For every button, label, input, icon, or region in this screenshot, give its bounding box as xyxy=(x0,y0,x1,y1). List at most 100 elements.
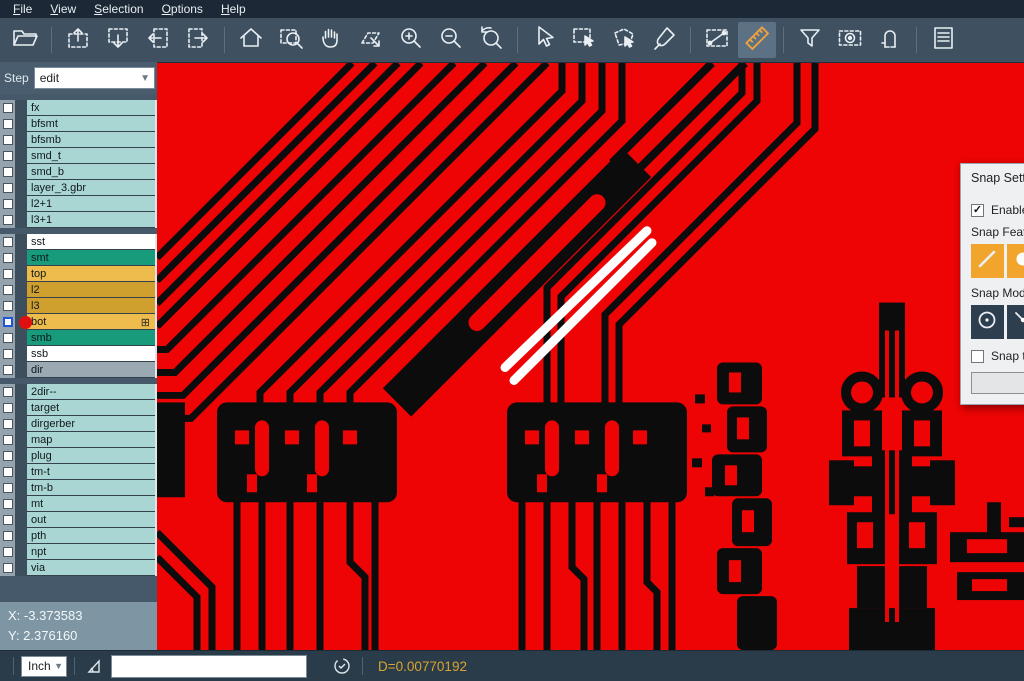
snap-dialog-close-button[interactable]: Close xyxy=(971,372,1024,394)
layer-checkbox-top[interactable] xyxy=(3,269,13,279)
layer-row-sst[interactable]: sst xyxy=(0,234,155,250)
layer-row-map[interactable]: map xyxy=(0,432,155,448)
layer-checkbox-l3+1[interactable] xyxy=(3,215,13,225)
step-select[interactable]: edit ▼ xyxy=(34,67,155,89)
unit-select[interactable]: Inch ▼ xyxy=(21,656,67,677)
layer-checkbox-dirgerber[interactable] xyxy=(3,419,13,429)
layer-label[interactable]: pth xyxy=(27,528,155,544)
layer-row-smd_t[interactable]: smd_t xyxy=(0,148,155,164)
shift-left-button[interactable] xyxy=(139,22,177,58)
zoom-in-button[interactable] xyxy=(392,22,430,58)
layer-label[interactable]: smt xyxy=(27,250,155,266)
enable-snapping-row[interactable]: ✓ Enable Snapping xyxy=(971,203,1024,217)
layer-checkbox-bfsmb[interactable] xyxy=(3,135,13,145)
layer-checkbox-sst[interactable] xyxy=(3,237,13,247)
layer-label[interactable]: npt xyxy=(27,544,155,560)
layer-label[interactable]: l3 xyxy=(27,298,155,314)
layer-checkbox-ssb[interactable] xyxy=(3,349,13,359)
shift-right-button[interactable] xyxy=(179,22,217,58)
layer-label[interactable]: bfsmb xyxy=(27,132,155,148)
layer-checkbox-smd_b[interactable] xyxy=(3,167,13,177)
layer-checkbox-via[interactable] xyxy=(3,563,13,573)
layer-row-fx[interactable]: fx xyxy=(0,100,155,116)
layer-checkbox-map[interactable] xyxy=(3,435,13,445)
layer-checkbox-layer_3.gbr[interactable] xyxy=(3,183,13,193)
layer-row-target[interactable]: target xyxy=(0,400,155,416)
layer-row-bfsmb[interactable]: bfsmb xyxy=(0,132,155,148)
layer-row-tm-t[interactable]: tm-t xyxy=(0,464,155,480)
menu-selection[interactable]: Selection xyxy=(85,0,152,18)
layer-checkbox-smb[interactable] xyxy=(3,333,13,343)
layer-label[interactable]: top xyxy=(27,266,155,282)
snap-all-layers-checkbox[interactable] xyxy=(971,350,984,363)
layer-checkbox-bfsmt[interactable] xyxy=(3,119,13,129)
layer-row-l3[interactable]: l3 xyxy=(0,298,155,314)
layer-row-l3+1[interactable]: l3+1 xyxy=(0,212,155,228)
layer-row-ssb[interactable]: ssb xyxy=(0,346,155,362)
layer-row-dir[interactable]: dir xyxy=(0,362,155,378)
layer-label[interactable]: map xyxy=(27,432,155,448)
layer-checkbox-fx[interactable] xyxy=(3,103,13,113)
select-rectangle-button[interactable] xyxy=(565,22,603,58)
filter-button[interactable] xyxy=(791,22,829,58)
layer-checkbox-pth[interactable] xyxy=(3,531,13,541)
ruler-button[interactable] xyxy=(738,22,776,58)
layer-row-2dir--[interactable]: 2dir-- xyxy=(0,384,155,400)
layer-label[interactable]: ssb xyxy=(27,346,155,362)
layer-label[interactable]: sst xyxy=(27,234,155,250)
layer-checkbox-smd_t[interactable] xyxy=(3,151,13,161)
shift-up-button[interactable] xyxy=(59,22,97,58)
mode-point-button[interactable] xyxy=(1007,305,1024,339)
layer-label[interactable]: smd_b xyxy=(27,164,155,180)
open-file-button[interactable] xyxy=(6,22,44,58)
layer-checkbox-l3[interactable] xyxy=(3,301,13,311)
layer-row-mt[interactable]: mt xyxy=(0,496,155,512)
layer-row-layer_3.gbr[interactable]: layer_3.gbr xyxy=(0,180,155,196)
refresh-check-icon[interactable] xyxy=(333,657,351,675)
menu-view[interactable]: View xyxy=(41,0,85,18)
layer-label[interactable]: tm-b xyxy=(27,480,155,496)
layer-row-pth[interactable]: pth xyxy=(0,528,155,544)
measure-input[interactable] xyxy=(111,655,307,678)
angle-measure-icon[interactable] xyxy=(86,658,103,675)
zoom-out-button[interactable] xyxy=(432,22,470,58)
layer-checkbox-l2[interactable] xyxy=(3,285,13,295)
layer-row-l2+1[interactable]: l2+1 xyxy=(0,196,155,212)
layer-checkbox-npt[interactable] xyxy=(3,547,13,557)
layer-label[interactable]: dirgerber xyxy=(27,416,155,432)
layer-row-smb[interactable]: smb xyxy=(0,330,155,346)
snap-circle-button[interactable] xyxy=(1007,244,1024,278)
layer-label[interactable]: target xyxy=(27,400,155,416)
layer-label[interactable]: bot⊞ xyxy=(27,314,155,330)
layer-label[interactable]: 2dir-- xyxy=(27,384,155,400)
layer-row-tm-b[interactable]: tm-b xyxy=(0,480,155,496)
layer-row-via[interactable]: via xyxy=(0,560,155,576)
snap-all-layers-row[interactable]: Snap to all displayed layers xyxy=(971,349,1024,363)
layer-checkbox-target[interactable] xyxy=(3,403,13,413)
snap-line-button[interactable] xyxy=(971,244,1004,278)
layer-label[interactable]: via xyxy=(27,560,155,576)
layer-row-smd_b[interactable]: smd_b xyxy=(0,164,155,180)
layer-checkbox-tm-b[interactable] xyxy=(3,483,13,493)
layer-label[interactable]: tm-t xyxy=(27,464,155,480)
snap-dialog-titlebar[interactable]: Snap Settings x xyxy=(961,164,1024,191)
layer-checkbox-plug[interactable] xyxy=(3,451,13,461)
measure-point-button[interactable] xyxy=(698,22,736,58)
layer-checkbox-tm-t[interactable] xyxy=(3,467,13,477)
layer-row-dirgerber[interactable]: dirgerber xyxy=(0,416,155,432)
layer-row-npt[interactable]: npt xyxy=(0,544,155,560)
zoom-dynamic-button[interactable] xyxy=(352,22,390,58)
layer-label[interactable]: l3+1 xyxy=(27,212,155,228)
layer-grid-icon[interactable]: ⊞ xyxy=(141,316,150,329)
layer-label[interactable]: l2 xyxy=(27,282,155,298)
zoom-previous-button[interactable] xyxy=(472,22,510,58)
layer-label[interactable]: l2+1 xyxy=(27,196,155,212)
mode-center-button[interactable] xyxy=(971,305,1004,339)
layer-checkbox-dir[interactable] xyxy=(3,365,13,375)
menu-file[interactable]: File xyxy=(4,0,41,18)
pan-button[interactable] xyxy=(312,22,350,58)
shift-down-button[interactable] xyxy=(99,22,137,58)
layer-checkbox-l2+1[interactable] xyxy=(3,199,13,209)
layer-checkbox-out[interactable] xyxy=(3,515,13,525)
layer-checkbox-mt[interactable] xyxy=(3,499,13,509)
